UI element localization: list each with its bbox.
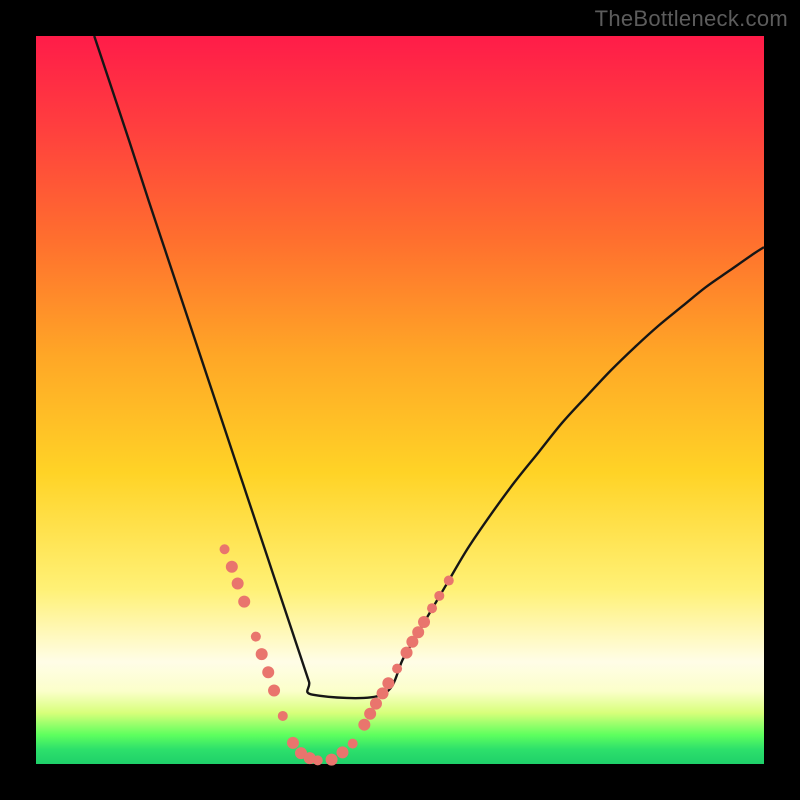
- plot-area: [36, 36, 764, 764]
- curve-marker: [418, 616, 430, 628]
- curve-marker: [287, 737, 299, 749]
- curve-marker: [313, 755, 323, 765]
- curve-marker: [336, 746, 348, 758]
- outer-frame: TheBottleneck.com: [0, 0, 800, 800]
- bottleneck-curve: [94, 36, 764, 698]
- curve-marker: [262, 666, 274, 678]
- curve-marker: [427, 603, 437, 613]
- curve-marker: [220, 544, 230, 554]
- bottleneck-curve-svg: [36, 36, 764, 764]
- curve-marker: [348, 739, 358, 749]
- curve-marker: [358, 719, 370, 731]
- curve-marker: [382, 677, 394, 689]
- curve-marker: [278, 711, 288, 721]
- curve-marker: [251, 632, 261, 642]
- curve-marker: [401, 647, 413, 659]
- curve-marker: [444, 576, 454, 586]
- curve-marker: [392, 664, 402, 674]
- curve-marker: [434, 591, 444, 601]
- curve-marker: [370, 698, 382, 710]
- curve-marker: [268, 684, 280, 696]
- curve-marker: [412, 626, 424, 638]
- curve-markers: [220, 544, 454, 765]
- curve-marker: [377, 687, 389, 699]
- curve-marker: [232, 577, 244, 589]
- curve-marker: [238, 596, 250, 608]
- curve-marker: [326, 754, 338, 766]
- watermark-text: TheBottleneck.com: [595, 6, 788, 32]
- curve-marker: [226, 561, 238, 573]
- curve-marker: [364, 708, 376, 720]
- curve-marker: [256, 648, 268, 660]
